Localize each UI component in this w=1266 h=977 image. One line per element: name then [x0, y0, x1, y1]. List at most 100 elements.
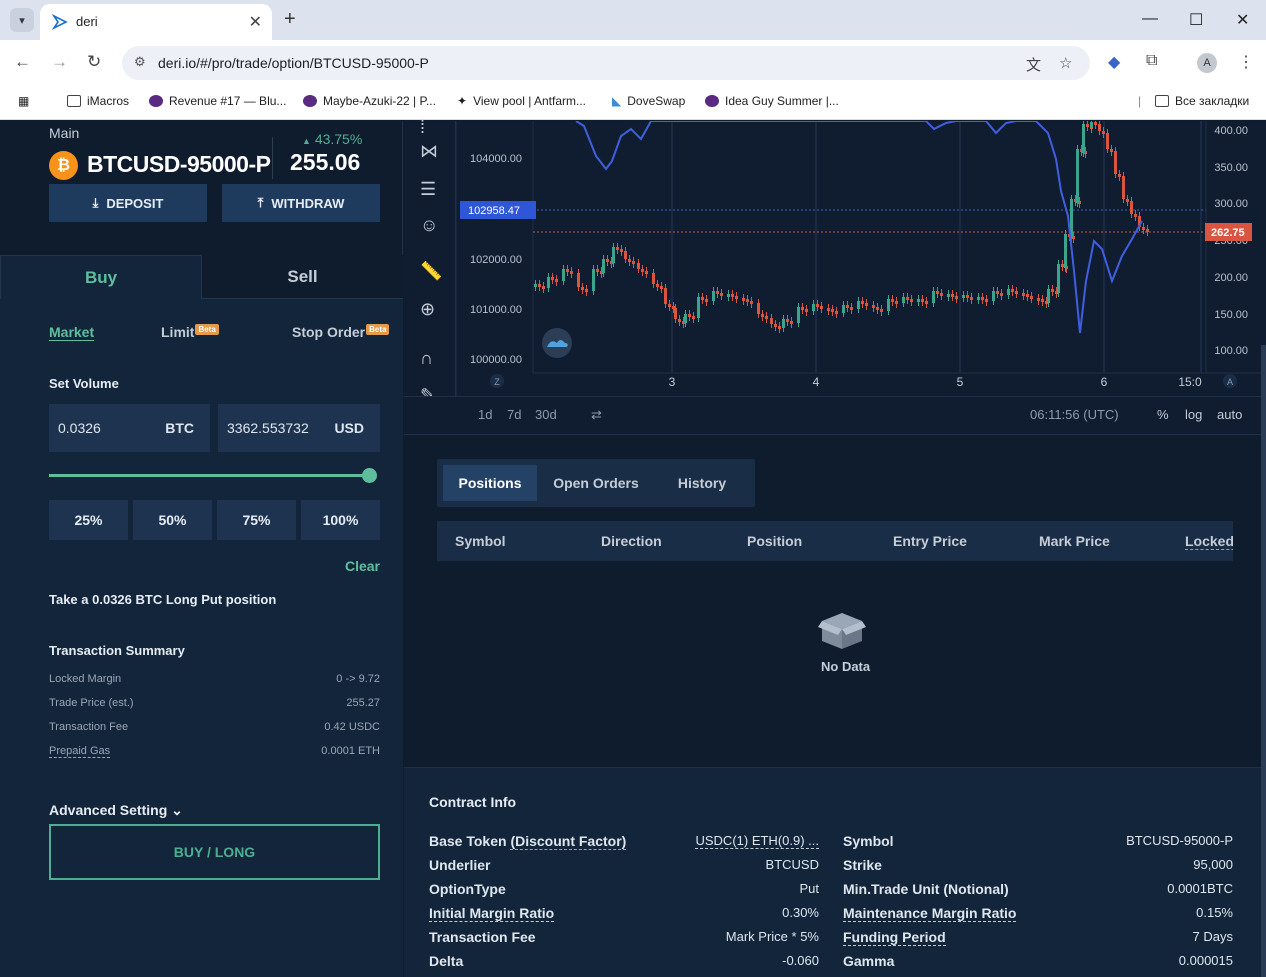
- forward-icon[interactable]: →: [51, 52, 68, 72]
- chevron-down-icon[interactable]: ⌄: [254, 146, 266, 163]
- translate-icon[interactable]: 文: [1026, 54, 1041, 75]
- tab-history[interactable]: History: [659, 465, 745, 501]
- page-scrollbar[interactable]: [1261, 345, 1266, 977]
- advanced-setting-toggle[interactable]: Advanced Setting ⌄: [49, 802, 183, 819]
- reload-icon[interactable]: ↻: [87, 52, 101, 72]
- y-tick-left: 104000.00: [470, 153, 522, 165]
- withdraw-button[interactable]: ⤒ WITHDRAW: [222, 184, 380, 222]
- cursor-tool-icon[interactable]: ⁞: [420, 117, 425, 138]
- clear-button[interactable]: Clear: [345, 558, 380, 574]
- range-30d[interactable]: 30d: [535, 407, 557, 422]
- info-underlier: Underlier BTCUSD: [429, 857, 819, 873]
- candle: [1047, 289, 1050, 303]
- percent-toggle[interactable]: %: [1157, 407, 1169, 422]
- auto-toggle[interactable]: auto: [1217, 407, 1242, 422]
- minimize-icon[interactable]: —: [1142, 10, 1158, 28]
- left-price-marker: 102958.47: [468, 205, 520, 217]
- date-range-icon[interactable]: ⇄: [591, 407, 602, 423]
- candle: [917, 299, 920, 302]
- candle: [1057, 264, 1060, 293]
- candlestick-chart[interactable]: 104000.00 102000.00 101000.00 100000.00 …: [456, 121, 1266, 396]
- candle: [701, 297, 704, 300]
- order-type-stop[interactable]: Stop Order Beta: [292, 324, 390, 340]
- pct-75-button[interactable]: 75%: [217, 500, 296, 540]
- candle: [562, 269, 565, 281]
- back-icon[interactable]: ←: [14, 52, 31, 72]
- zoom-tool-icon[interactable]: ⊕: [420, 299, 435, 320]
- range-1d[interactable]: 1d: [478, 407, 492, 422]
- bookmark-revenue[interactable]: Revenue #17 — Blu...: [149, 94, 286, 108]
- pattern-tool-icon[interactable]: ⋈: [420, 141, 438, 162]
- candle: [585, 289, 588, 292]
- bookmark-doveswap[interactable]: ◣ DoveSwap: [612, 94, 685, 108]
- range-7d[interactable]: 7d: [507, 407, 521, 422]
- bookmark-antfarm[interactable]: ✦ View pool | Antfarm...: [457, 94, 586, 108]
- deposit-button[interactable]: ⤓ DEPOSIT: [49, 184, 207, 222]
- log-toggle[interactable]: log: [1185, 407, 1202, 422]
- close-window-icon[interactable]: ✕: [1236, 10, 1249, 30]
- base-token-value[interactable]: USDC(1) ETH(0.9) ...: [695, 833, 819, 849]
- tab-open-orders[interactable]: Open Orders: [545, 465, 647, 501]
- pct-50-button[interactable]: 50%: [133, 500, 212, 540]
- profile-avatar[interactable]: A: [1197, 53, 1217, 73]
- candle: [940, 293, 943, 296]
- order-type-market[interactable]: Market: [49, 324, 95, 341]
- tab-positions[interactable]: Positions: [443, 465, 537, 501]
- candle: [684, 314, 687, 323]
- bookmark-imacros[interactable]: iMacros: [67, 94, 129, 108]
- buy-long-button[interactable]: BUY / LONG: [49, 824, 380, 880]
- price-chart[interactable]: ⁞ ⋈ ☰ ☺ 📏 ⊕ ∩ ✎ ⌂ 104000.00 102000.00 10…: [404, 117, 1266, 437]
- fib-tool-icon[interactable]: ☰: [420, 179, 436, 200]
- candle: [932, 291, 935, 303]
- candle: [835, 311, 838, 314]
- candle: [637, 263, 640, 269]
- emoji-tool-icon[interactable]: ☺: [420, 215, 438, 236]
- apps-grid-icon[interactable]: ▦: [18, 94, 29, 108]
- volume-usd-input[interactable]: 3362.553732 USD: [218, 404, 380, 452]
- site-info-icon[interactable]: ⚙: [134, 54, 146, 70]
- beta-badge: Beta: [366, 324, 390, 335]
- set-volume-label: Set Volume: [49, 376, 119, 391]
- volume-slider[interactable]: [49, 474, 372, 477]
- contract-info: Contract Info Base Token (Discount Facto…: [404, 767, 1266, 977]
- candle: [720, 293, 723, 296]
- candle: [1134, 214, 1137, 217]
- bookmark-azuki[interactable]: Maybe-Azuki-22 | P...: [303, 94, 436, 108]
- info-maintenance-margin: Maintenance Margin Ratio 0.15%: [843, 905, 1233, 922]
- tab-sell[interactable]: Sell: [202, 255, 403, 299]
- new-tab-icon[interactable]: +: [284, 8, 296, 31]
- chart-range-bar: 1d 7d 30d ⇄ 06:11:56 (UTC) % log auto: [404, 396, 1266, 433]
- tab-close-icon[interactable]: ✕: [249, 12, 262, 32]
- bookmark-idea-guy[interactable]: Idea Guy Summer |...: [705, 94, 839, 108]
- info-min-trade-unit: Min.Trade Unit (Notional) 0.0001BTC: [843, 881, 1233, 897]
- tab-search-button[interactable]: ▾: [10, 8, 34, 32]
- candle: [765, 316, 768, 319]
- y-tick-right: 100.00: [1214, 345, 1248, 357]
- volume-btc-input[interactable]: 0.0326 BTC: [49, 404, 210, 452]
- address-bar[interactable]: ⚙ deri.io/#/pro/trade/option/BTCUSD-9500…: [122, 46, 1090, 80]
- bookmark-star-icon[interactable]: ☆: [1059, 54, 1072, 72]
- browser-menu-icon[interactable]: ⋮: [1238, 52, 1254, 72]
- candle: [606, 259, 609, 262]
- maximize-icon[interactable]: ☐: [1189, 10, 1203, 30]
- order-type-limit[interactable]: Limit Beta: [161, 324, 219, 340]
- tab-buy[interactable]: Buy: [0, 255, 202, 299]
- symbol-selector[interactable]: BTCUSD-95000-P: [87, 151, 271, 178]
- magnet-tool-icon[interactable]: ∩: [420, 348, 433, 369]
- info-delta: Delta -0.060: [429, 953, 819, 969]
- position-summary-text: Take a 0.0326 BTC Long Put position: [49, 592, 277, 607]
- candle: [1037, 298, 1040, 301]
- extension-icon[interactable]: ◆: [1108, 52, 1120, 72]
- pct-25-button[interactable]: 25%: [49, 500, 128, 540]
- extensions-puzzle-icon[interactable]: ⧉: [1146, 52, 1157, 70]
- browser-tab[interactable]: deri ✕: [40, 4, 272, 40]
- candle: [797, 307, 800, 323]
- all-bookmarks[interactable]: Все закладки: [1155, 94, 1249, 108]
- y-tick-left: 102000.00: [470, 254, 522, 266]
- slider-handle[interactable]: [362, 468, 377, 483]
- candle: [985, 299, 988, 302]
- pct-100-button[interactable]: 100%: [301, 500, 380, 540]
- ruler-tool-icon[interactable]: 📏: [420, 261, 442, 282]
- site-icon: [149, 95, 163, 107]
- candle: [1015, 291, 1018, 294]
